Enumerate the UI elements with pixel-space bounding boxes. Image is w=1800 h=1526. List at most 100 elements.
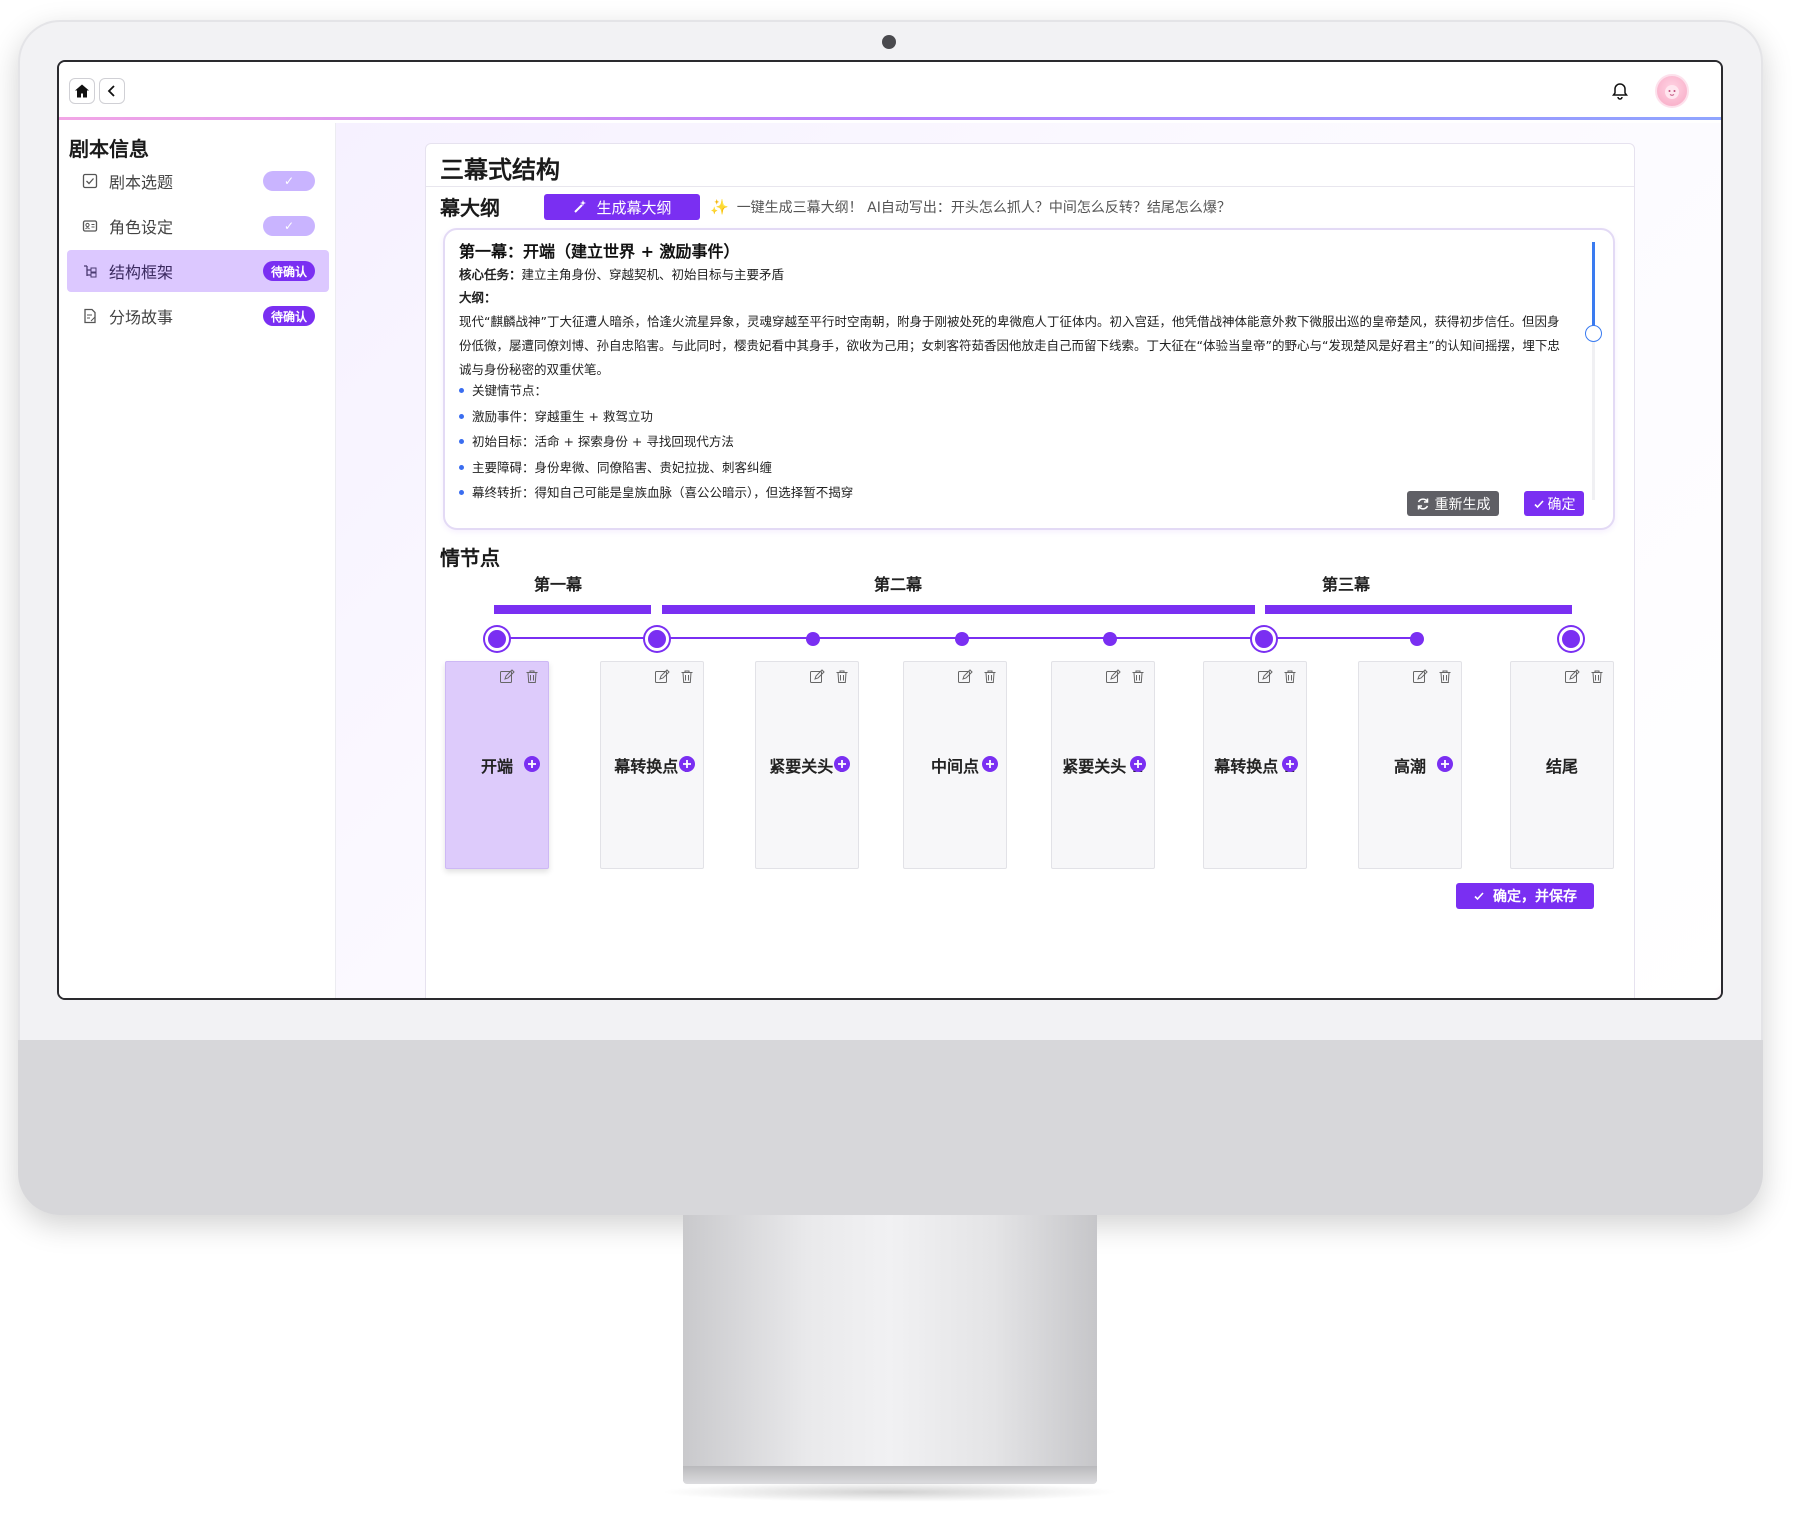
structure-panel: 三幕式结构 幕大纲 生成幕大纲 ✨ 一键生成三幕大纲！ AI自动写出：开头怎么抓…: [425, 143, 1635, 998]
add-plot-point-button[interactable]: [1282, 756, 1298, 772]
id-card-icon: [79, 215, 101, 237]
list-item: 关键情节点：: [459, 378, 853, 404]
plus-icon: [1134, 760, 1142, 768]
plus-icon: [986, 760, 994, 768]
check-icon: [1474, 892, 1484, 901]
edit-icon[interactable]: [1256, 668, 1273, 685]
page-title: 三幕式结构: [440, 156, 560, 184]
timeline-node[interactable]: [1410, 632, 1424, 646]
add-plot-point-button[interactable]: [1130, 756, 1146, 772]
list-item: 激励事件：穿越重生 + 救驾立功: [459, 404, 853, 430]
plot-bullet-list: 关键情节点： 激励事件：穿越重生 + 救驾立功 初始目标：活命 + 探索身份 +…: [459, 378, 853, 506]
sidebar-item-structure[interactable]: 结构框架 待确认: [67, 250, 329, 292]
outline-section-title: 幕大纲: [440, 196, 500, 220]
act-bar-3: [1265, 605, 1572, 614]
monitor-chin: [18, 1040, 1763, 1215]
stand-shadow: [660, 1482, 1120, 1502]
timeline-node[interactable]: [1103, 632, 1117, 646]
trash-icon[interactable]: [1588, 668, 1605, 685]
trash-icon[interactable]: [1281, 668, 1298, 685]
timeline-node[interactable]: [806, 632, 820, 646]
trash-icon[interactable]: [833, 668, 850, 685]
back-button[interactable]: [99, 78, 125, 104]
avatar-face-icon: [1665, 85, 1679, 99]
document-edit-icon: [79, 305, 101, 327]
generate-hint: ✨ 一键生成三幕大纲！ AI自动写出：开头怎么抓人？中间怎么反转？结尾怎么爆？: [710, 197, 1231, 217]
scrollbar-handle[interactable]: [1585, 325, 1602, 342]
sidebar-item-characters[interactable]: 角色设定 ✓: [67, 205, 329, 247]
confirm-outline-button[interactable]: 确定: [1524, 491, 1584, 516]
edit-icon[interactable]: [1104, 668, 1121, 685]
regenerate-button[interactable]: 重新生成: [1407, 491, 1499, 516]
home-icon: [75, 84, 89, 98]
chevron-left-icon: [107, 85, 115, 97]
plus-icon: [683, 760, 691, 768]
add-plot-point-button[interactable]: [1437, 756, 1453, 772]
trash-icon[interactable]: [523, 668, 540, 685]
status-badge: ✓: [263, 216, 315, 236]
trash-icon[interactable]: [1436, 668, 1453, 685]
timeline-node[interactable]: [645, 627, 669, 651]
plus-icon: [1441, 760, 1449, 768]
timeline-node[interactable]: [1559, 627, 1583, 651]
save-label: 确定，并保存: [1493, 889, 1577, 905]
plus-icon: [528, 760, 536, 768]
generate-outline-button[interactable]: 生成幕大纲: [544, 194, 700, 220]
edit-icon[interactable]: [1411, 668, 1428, 685]
add-plot-point-button[interactable]: [679, 756, 695, 772]
act-label-3: 第三幕: [1321, 575, 1370, 594]
regenerate-label: 重新生成: [1434, 496, 1491, 513]
sidebar-item-label: 分场故事: [109, 308, 174, 327]
plot-card[interactable]: 结尾: [1510, 661, 1614, 869]
sidebar-item-scenes[interactable]: 分场故事 待确认: [67, 295, 329, 337]
plus-icon: [838, 760, 846, 768]
magic-wand-icon: [572, 199, 588, 215]
scrollbar-thumb[interactable]: [1592, 242, 1595, 330]
plot-card-title: 中间点: [930, 757, 979, 776]
task-label: 核心任务：: [459, 267, 522, 282]
confirm-save-button[interactable]: 确定，并保存: [1456, 883, 1594, 909]
plot-card-title: 高潮: [1393, 757, 1426, 776]
summary-label: 大纲：: [459, 290, 497, 305]
edit-icon[interactable]: [498, 668, 515, 685]
sidebar-item-topic[interactable]: 剧本选题 ✓: [67, 160, 329, 202]
timeline-node[interactable]: [1252, 627, 1276, 651]
checkbox-icon: [79, 170, 101, 192]
list-item: 初始目标：活命 + 探索身份 + 寻找回现代方法: [459, 429, 853, 455]
trash-icon[interactable]: [678, 668, 695, 685]
avatar[interactable]: [1655, 74, 1689, 108]
main-content: 三幕式结构 幕大纲 生成幕大纲 ✨ 一键生成三幕大纲！ AI自动写出：开头怎么抓…: [336, 123, 1721, 998]
trash-icon[interactable]: [1129, 668, 1146, 685]
plus-icon: [1286, 760, 1294, 768]
sparkle-icon: ✨: [710, 198, 729, 216]
list-item: 幕终转折：得知自己可能是皇族血脉（喜公公暗示），但选择暂不揭穿: [459, 480, 853, 506]
edit-icon[interactable]: [1563, 668, 1580, 685]
sidebar-title: 剧本信息: [69, 137, 149, 161]
home-button[interactable]: [69, 78, 95, 104]
act-label-2: 第二幕: [873, 575, 922, 594]
task-text: 建立主角身份、穿越契机、初始目标与主要矛盾: [521, 267, 785, 282]
add-plot-point-button[interactable]: [524, 756, 540, 772]
list-item: 主要障碍：身份卑微、同僚陷害、贵妃拉拢、刺客纠缠: [459, 455, 853, 481]
timeline-node[interactable]: [485, 627, 509, 651]
top-bar: [59, 62, 1721, 120]
screen: 剧本信息 剧本选题 ✓ 角色设定 ✓ 结构框架 待确认 分场故事 待确认 三幕式…: [57, 60, 1723, 1000]
plot-card-title: 开端: [480, 757, 513, 776]
notification-button[interactable]: [1607, 78, 1633, 104]
check-icon: [1533, 499, 1544, 508]
add-plot-point-button[interactable]: [982, 756, 998, 772]
status-badge: ✓: [263, 171, 315, 191]
outline-heading: 第一幕：开端（建立世界 + 激励事件）: [459, 242, 740, 261]
act-bar-2: [662, 605, 1255, 614]
bell-icon: [1612, 83, 1628, 100]
edit-icon[interactable]: [808, 668, 825, 685]
timeline-node[interactable]: [955, 632, 969, 646]
add-plot-point-button[interactable]: [834, 756, 850, 772]
outline-content-box[interactable]: 第一幕：开端（建立世界 + 激励事件） 核心任务：建立主角身份、穿越契机、初始目…: [443, 228, 1615, 530]
generate-hint-text: 一键生成三幕大纲！ AI自动写出：开头怎么抓人？中间怎么反转？结尾怎么爆？: [736, 200, 1231, 216]
edit-icon[interactable]: [653, 668, 670, 685]
status-badge: 待确认: [263, 261, 315, 281]
trash-icon[interactable]: [981, 668, 998, 685]
edit-icon[interactable]: [956, 668, 973, 685]
confirm-label: 确定: [1547, 496, 1576, 513]
